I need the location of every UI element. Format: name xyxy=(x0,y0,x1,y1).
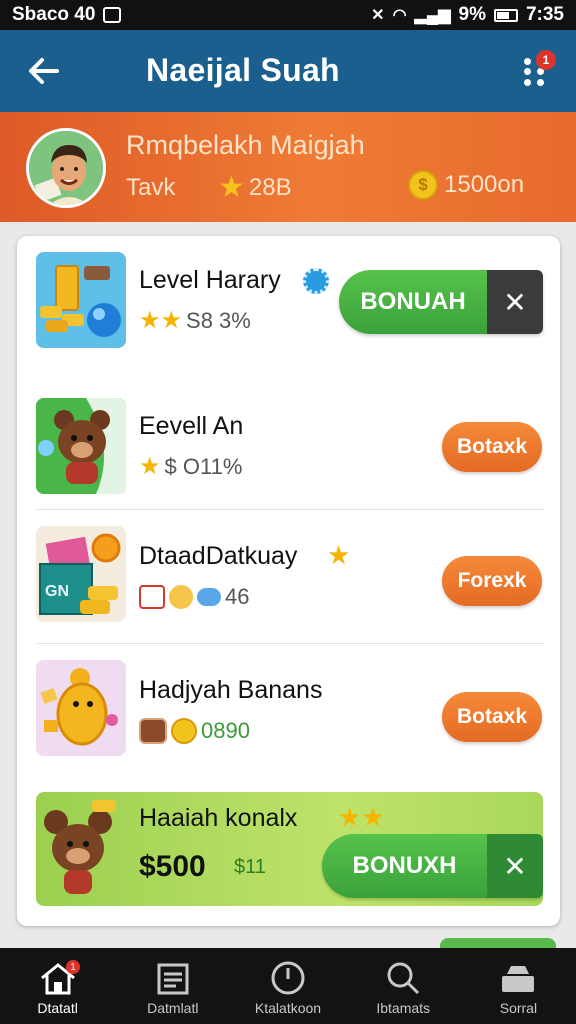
battery-text: 9% xyxy=(458,4,486,25)
signal-icon: ▂▄▆ xyxy=(414,7,451,24)
coin-icon: $ xyxy=(408,170,438,200)
list-item[interactable]: Level Harary ★★ S8 3% BONUAH ✕ xyxy=(17,236,560,376)
row-subtitle: ★ $ O11% xyxy=(139,453,243,480)
list-item[interactable]: Hadjyah Banans 0890 Botaxk xyxy=(17,644,560,778)
close-icon: ✕ xyxy=(503,286,527,318)
bottom-nav: 1 Dtatatl Datmlatl Ktalatkoon Ibtamats S… xyxy=(0,948,576,1024)
svg-text:GN: GN xyxy=(45,583,69,600)
nav-item-inbox[interactable]: Sorral xyxy=(461,948,576,1024)
promo-title: Haaiah konalx xyxy=(139,804,298,832)
nav-label: Ktalatkoon xyxy=(254,1000,322,1016)
list-item[interactable]: GN DtaadDatkuay ★ 46 Forexk xyxy=(17,510,560,644)
bonus-button[interactable]: Botaxk xyxy=(442,422,542,472)
nav-label: Datmlatl xyxy=(147,1000,199,1016)
app-bar: Naeijal Suah 1 xyxy=(0,30,576,112)
reward-list-card: Level Harary ★★ S8 3% BONUAH ✕ Eevell An… xyxy=(17,236,560,926)
notification-badge: 1 xyxy=(536,50,556,70)
bonus-button-row: BONUAH ✕ xyxy=(339,270,543,334)
screenshot-icon xyxy=(103,7,122,23)
bonus-button[interactable]: Botaxk xyxy=(442,692,542,742)
carrier-label: Sbaco 40 xyxy=(12,4,96,25)
star-icon: ★ xyxy=(218,171,245,204)
bear-character-icon xyxy=(36,398,126,494)
nav-label: Ibtamats xyxy=(376,1000,431,1016)
nav-label: Dtatatl xyxy=(37,1000,78,1016)
star-icon: ★ xyxy=(139,453,161,480)
mute-icon: ✕ xyxy=(371,7,385,24)
avatar-face-icon xyxy=(29,131,103,205)
bonus-button[interactable]: BONUAH xyxy=(339,270,487,334)
star-icon: ★★ xyxy=(139,307,183,334)
promo-banner[interactable]: Haaiah konalx ★★ $500 $11 BONUXH ✕ xyxy=(36,792,543,906)
search-icon xyxy=(387,962,420,995)
back-button[interactable] xyxy=(22,50,64,92)
clock-time: 7:35 xyxy=(525,4,564,25)
promo-amount: $500 xyxy=(139,850,206,883)
nav-badge: 1 xyxy=(66,960,80,974)
nav-item-home[interactable]: 1 Dtatatl xyxy=(0,948,115,1024)
row-title: DtaadDatkuay xyxy=(139,542,298,570)
inbox-icon xyxy=(502,966,535,992)
coin-icon xyxy=(171,718,197,744)
close-icon: ✕ xyxy=(503,850,527,882)
dismiss-button[interactable]: ✕ xyxy=(487,270,543,334)
bonus-button[interactable]: Forexk xyxy=(442,556,542,606)
row-subtitle: 46 xyxy=(139,584,249,610)
cloud-icon xyxy=(197,588,221,606)
verified-badge-icon xyxy=(303,268,329,294)
bonus-button[interactable]: BONUXH xyxy=(322,834,487,898)
nav-item-clock[interactable]: Ktalatkoon xyxy=(230,948,345,1024)
row-subtitle: ★★ S8 3% xyxy=(139,307,251,334)
list-icon xyxy=(157,963,189,995)
promo-subtitle: $11 xyxy=(234,856,266,878)
status-bar: Sbaco 40 ✕ ◠ ▂▄▆ 9% 7:35 xyxy=(0,0,576,30)
star-stat: ★ 28B xyxy=(218,170,292,205)
pineapple-character-icon xyxy=(36,660,126,756)
gold-bars-icon xyxy=(36,252,126,348)
face-icon xyxy=(169,585,193,609)
profile-header: Rmqbelakh Maigjah Tavk ★ 28B $ 1500on xyxy=(0,112,576,222)
row-subtitle: 0890 xyxy=(139,718,250,744)
battery-icon xyxy=(493,8,518,22)
row-title: Level Harary xyxy=(139,266,281,294)
arrow-left-icon xyxy=(29,58,59,84)
coin-count: 1500on xyxy=(444,171,525,198)
mouse-character-icon xyxy=(44,800,116,894)
star-icon: ★ xyxy=(327,540,351,570)
nav-item-search[interactable]: Ibtamats xyxy=(346,948,461,1024)
profile-rank: Tavk xyxy=(126,174,176,201)
wifi-icon: ◠ xyxy=(392,7,407,24)
star-count: 28B xyxy=(248,173,292,201)
gift-box-icon: GN xyxy=(36,526,126,622)
page-title: Naeijal Suah xyxy=(146,52,340,88)
list-item[interactable]: Eevell An ★ $ O11% Botaxk xyxy=(17,376,560,510)
nav-label: Sorral xyxy=(499,1000,538,1016)
profile-name: Rmqbelakh Maigjah xyxy=(126,130,365,160)
nav-item-list[interactable]: Datmlatl xyxy=(115,948,230,1024)
star-icon: ★★ xyxy=(338,802,385,832)
avatar[interactable] xyxy=(26,128,106,208)
coin-stat: $ 1500on xyxy=(408,170,524,200)
promo-button-row: BONUXH ✕ xyxy=(322,834,543,898)
camera-icon xyxy=(139,718,167,744)
dismiss-button[interactable]: ✕ xyxy=(487,834,543,898)
row-title: Eevell An xyxy=(139,412,244,440)
calendar-icon xyxy=(139,585,165,609)
menu-button[interactable]: 1 xyxy=(516,50,560,94)
clock-icon xyxy=(271,961,305,995)
row-title: Hadjyah Banans xyxy=(139,676,323,704)
